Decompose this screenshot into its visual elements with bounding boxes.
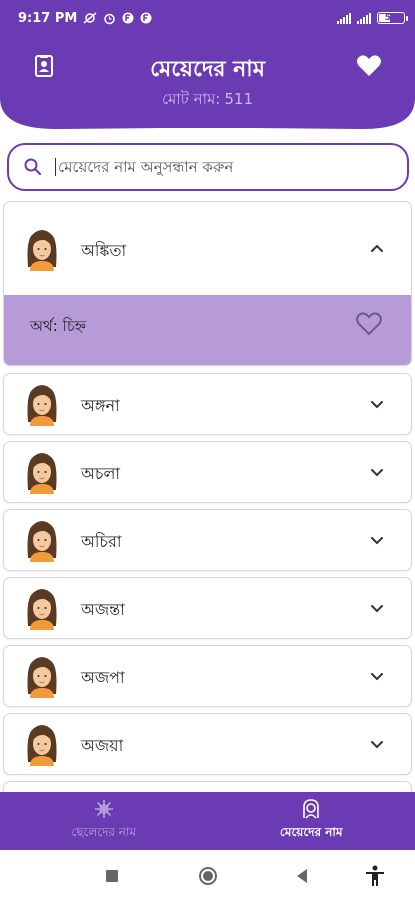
app-notification-icon	[122, 12, 134, 24]
favorite-heart-outline-icon[interactable]	[355, 311, 383, 339]
chevron-down-icon[interactable]	[369, 396, 385, 412]
name-card: অজপা	[4, 646, 411, 706]
alarm-icon	[104, 13, 116, 24]
name-label: অঙ্কিতা	[81, 240, 127, 260]
name-card: অঙ্কিতা অর্থ: চিহ্ন	[4, 202, 411, 365]
name-row-header[interactable]: অচলা	[4, 442, 411, 502]
name-label: অজয়া	[81, 736, 124, 755]
search-box[interactable]	[7, 143, 409, 191]
signal-icon-2	[357, 12, 371, 24]
girl-avatar-icon	[24, 654, 60, 702]
total-names-count: মোট নাম: 511	[0, 88, 415, 113]
total-names-label: মোট নাম:	[161, 90, 221, 108]
status-time: 9:17 PM	[18, 10, 78, 26]
girl-face-icon	[303, 799, 320, 819]
girl-avatar-icon	[24, 586, 60, 634]
name-row-header[interactable]: অচিরা	[4, 510, 411, 570]
name-meaning-text: অর্থ: চিহ্ন	[30, 317, 87, 335]
recent-apps-icon[interactable]	[100, 864, 124, 888]
signal-icon	[337, 12, 351, 24]
girl-avatar-icon	[24, 227, 60, 275]
status-right-icons: 51	[337, 12, 408, 24]
status-bar: 9:17 PM 51	[0, 0, 415, 36]
name-card: অঙ্গনা	[4, 374, 411, 434]
girl-avatar-icon	[24, 450, 60, 498]
data-saver-off-icon	[83, 12, 97, 24]
name-row-header[interactable]: অঙ্কিতা	[4, 202, 411, 295]
back-icon[interactable]	[290, 864, 314, 888]
name-card: অজয়া	[4, 714, 411, 774]
name-label: অচলা	[81, 464, 121, 483]
name-row-header[interactable]: অজয়া	[4, 714, 411, 774]
battery-level: 51	[384, 13, 398, 23]
search-icon	[24, 158, 42, 176]
battery-icon: 51	[377, 12, 408, 24]
accessibility-icon[interactable]	[363, 864, 387, 888]
name-label: অজপা	[81, 668, 125, 687]
search-input[interactable]	[55, 158, 375, 176]
nav-boys-names[interactable]: ছেলেদের নাম	[0, 792, 208, 850]
nav-boys-label: ছেলেদের নাম	[71, 825, 137, 839]
chevron-down-icon[interactable]	[369, 736, 385, 752]
name-card: অজন্তা	[4, 578, 411, 638]
chevron-down-icon[interactable]	[369, 668, 385, 684]
name-row-header[interactable]: অজপা	[4, 646, 411, 706]
girl-avatar-icon	[24, 722, 60, 770]
home-icon[interactable]	[196, 864, 220, 888]
bottom-navigation: ছেলেদের নাম মেয়েদের নাম	[0, 792, 415, 850]
nav-girls-names[interactable]: মেয়েদের নাম	[208, 792, 415, 850]
name-label: অঙ্গনা	[81, 396, 120, 415]
system-navigation-bar	[0, 850, 415, 900]
name-row-header[interactable]: অজন্তা	[4, 578, 411, 638]
total-names-value: 511	[224, 90, 254, 108]
nav-girls-label: মেয়েদের নাম	[279, 825, 343, 839]
chevron-down-icon[interactable]	[369, 464, 385, 480]
chevron-up-icon[interactable]	[369, 241, 385, 257]
favorites-heart-icon[interactable]	[353, 50, 385, 82]
chevron-down-icon[interactable]	[369, 600, 385, 616]
name-row-header[interactable]: অঙ্গনা	[4, 374, 411, 434]
girl-avatar-icon	[24, 518, 60, 566]
girl-avatar-icon	[24, 382, 60, 430]
name-label: অচিরা	[81, 532, 122, 551]
boy-face-icon	[94, 800, 113, 818]
name-card: অচলা	[4, 442, 411, 502]
status-notification-icons	[83, 12, 152, 25]
name-card: অচিরা	[4, 510, 411, 570]
name-label: অজন্তা	[81, 600, 125, 619]
chevron-down-icon[interactable]	[369, 532, 385, 548]
app-screen: মেয়েদের নাম মোট নাম: 511 9:17 PM 51 মেয…	[0, 0, 415, 900]
name-meaning-panel: অর্থ: চিহ্ন	[4, 295, 411, 365]
app-notification-icon-2	[140, 12, 152, 24]
